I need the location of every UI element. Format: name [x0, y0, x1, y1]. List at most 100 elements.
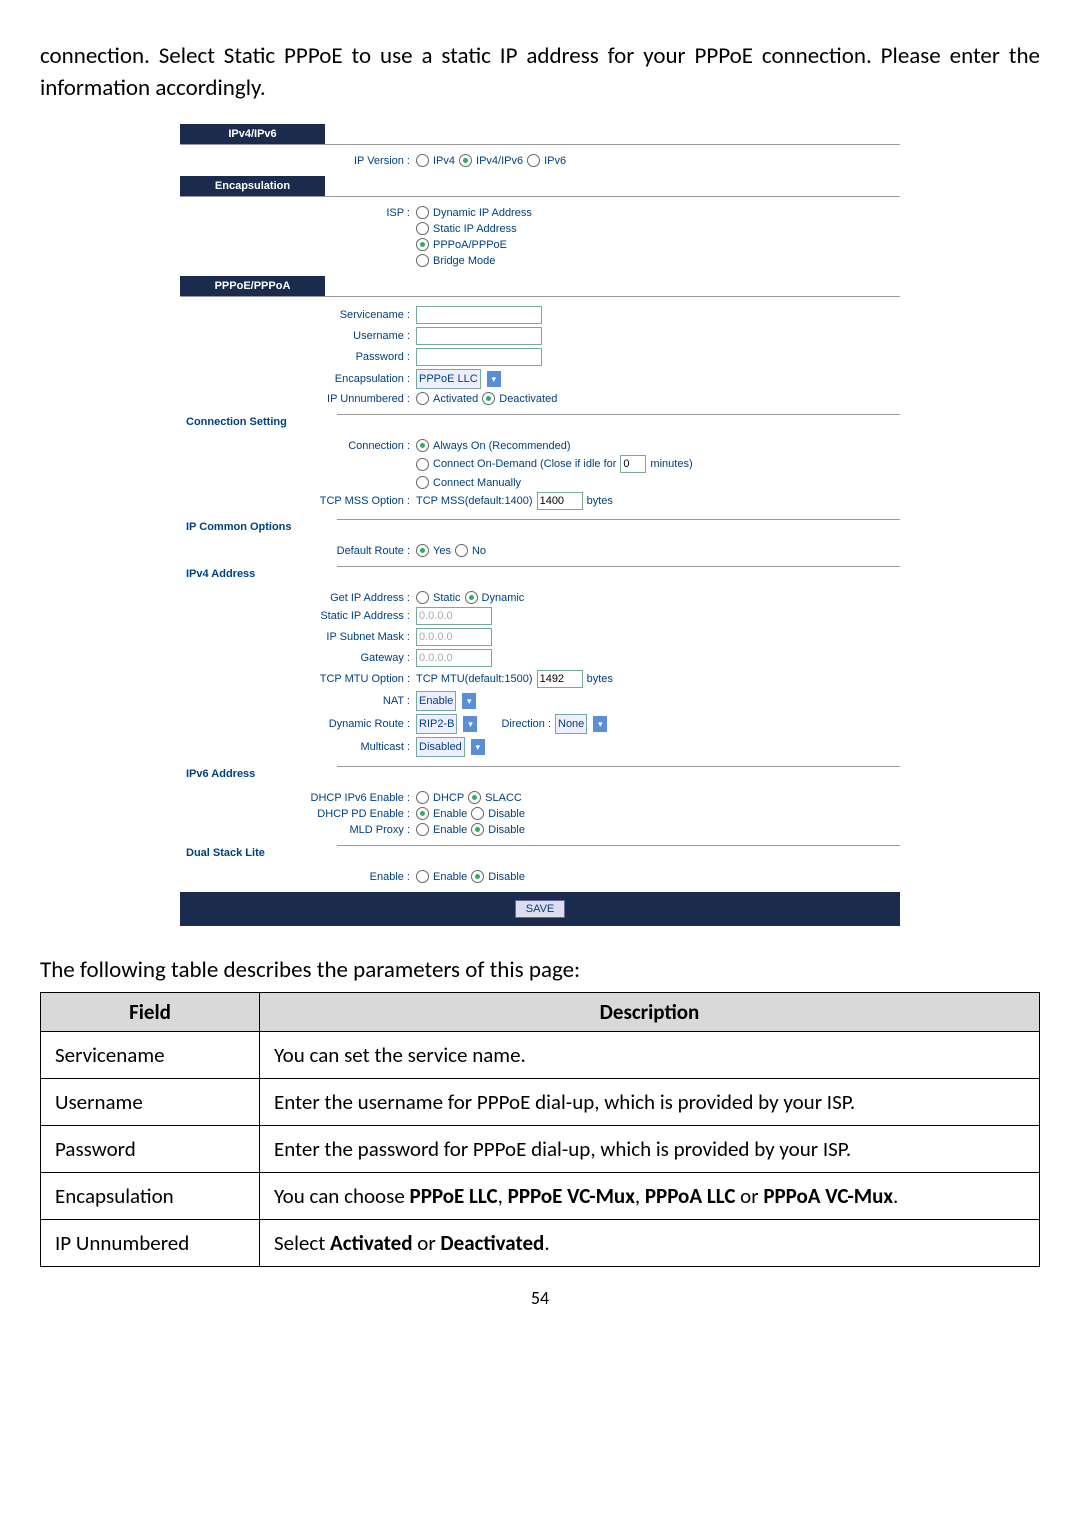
opt-static-ip: Static IP Address: [433, 223, 517, 235]
radio-always[interactable]: [416, 439, 429, 452]
chevron-down-icon[interactable]: ▾: [593, 716, 607, 732]
tcpmss-input[interactable]: [537, 492, 583, 510]
radio-pd-disable[interactable]: [471, 807, 484, 820]
tcpmtu-bytes: bytes: [587, 673, 613, 685]
radio-mld-disable[interactable]: [471, 823, 484, 836]
section-connection: Connection Setting: [180, 414, 337, 430]
tcpmtu-label: TCP MTU Option :: [180, 673, 416, 685]
password-input[interactable]: [416, 348, 542, 366]
opt-ipv6: IPv6: [544, 155, 566, 167]
servicename-input[interactable]: [416, 306, 542, 324]
save-button[interactable]: SAVE: [515, 900, 566, 918]
nat-label: NAT :: [180, 695, 416, 707]
opt-dhcp: DHCP: [433, 792, 464, 804]
subnet-input[interactable]: [416, 628, 492, 646]
radio-dhcp[interactable]: [416, 791, 429, 804]
radio-pd-enable[interactable]: [416, 807, 429, 820]
opt-pd-enable: Enable: [433, 808, 467, 820]
radio-manual[interactable]: [416, 476, 429, 489]
cell-desc: You can choose PPPoE LLC, PPPoE VC-Mux, …: [260, 1173, 1040, 1220]
table-row: IP Unnumbered Select Activated or Deacti…: [41, 1220, 1040, 1267]
direction-label: Direction :: [501, 718, 551, 730]
opt-getip-static: Static: [433, 592, 461, 604]
table-row: Encapsulation You can choose PPPoE LLC, …: [41, 1173, 1040, 1220]
username-input[interactable]: [416, 327, 542, 345]
tcpmtu-input[interactable]: [537, 670, 583, 688]
radio-getip-dynamic[interactable]: [465, 591, 478, 604]
conn-label: Connection :: [180, 440, 416, 452]
dsl-enable-label: Enable :: [180, 871, 416, 883]
chevron-down-icon[interactable]: ▾: [487, 371, 501, 387]
radio-ipv6[interactable]: [527, 154, 540, 167]
gateway-input[interactable]: [416, 649, 492, 667]
radio-dynamic-ip[interactable]: [416, 206, 429, 219]
cell-desc: Enter the password for PPPoE dial-up, wh…: [260, 1126, 1040, 1173]
dhcppd-label: DHCP PD Enable :: [180, 808, 416, 820]
radio-bridge[interactable]: [416, 254, 429, 267]
staticip-input[interactable]: [416, 607, 492, 625]
section-encapsulation: Encapsulation: [180, 176, 325, 196]
radio-slacc[interactable]: [468, 791, 481, 804]
opt-no: No: [472, 545, 486, 557]
opt-mld-enable: Enable: [433, 824, 467, 836]
opt-dsl-enable: Enable: [433, 871, 467, 883]
getip-label: Get IP Address :: [180, 592, 416, 604]
radio-deactivated[interactable]: [482, 392, 495, 405]
cell-field: Encapsulation: [41, 1173, 260, 1220]
radio-yes[interactable]: [416, 544, 429, 557]
cell-field: Password: [41, 1126, 260, 1173]
opt-ondemand-pre: Connect On-Demand (Close if idle for: [433, 458, 616, 470]
multicast-select[interactable]: Disabled: [416, 737, 465, 757]
table-row: Username Enter the username for PPPoE di…: [41, 1079, 1040, 1126]
cell-field: IP Unnumbered: [41, 1220, 260, 1267]
page-number: 54: [40, 1287, 1040, 1309]
gateway-label: Gateway :: [180, 652, 416, 664]
staticip-label: Static IP Address :: [180, 610, 416, 622]
opt-always: Always On (Recommended): [433, 440, 571, 452]
radio-ipv4ipv6[interactable]: [459, 154, 472, 167]
direction-select[interactable]: None: [555, 714, 587, 734]
opt-bridge: Bridge Mode: [433, 255, 495, 267]
ondemand-input[interactable]: [620, 455, 646, 473]
username-label: Username :: [180, 330, 416, 342]
section-ipv4addr: IPv4 Address: [180, 566, 337, 582]
nat-select[interactable]: Enable: [416, 691, 456, 711]
opt-getip-dynamic: Dynamic: [482, 592, 525, 604]
th-field: Field: [41, 993, 260, 1032]
radio-ondemand[interactable]: [416, 458, 429, 471]
radio-mld-enable[interactable]: [416, 823, 429, 836]
opt-deactivated: Deactivated: [499, 393, 557, 405]
tcpmss-bytes: bytes: [587, 495, 613, 507]
dynroute-label: Dynamic Route :: [180, 718, 416, 730]
radio-ipv4[interactable]: [416, 154, 429, 167]
radio-activated[interactable]: [416, 392, 429, 405]
cell-desc: Enter the username for PPPoE dial-up, wh…: [260, 1079, 1040, 1126]
radio-pppoa[interactable]: [416, 238, 429, 251]
chevron-down-icon[interactable]: ▾: [471, 739, 485, 755]
description-table: Field Description Servicename You can se…: [40, 992, 1040, 1267]
section-ipcommon: IP Common Options: [180, 519, 337, 535]
ipun-label: IP Unnumbered :: [180, 393, 416, 405]
encap-label: Encapsulation :: [180, 373, 416, 385]
encap-select[interactable]: PPPoE LLC: [416, 369, 481, 389]
intro-text: connection. Select Static PPPoE to use a…: [40, 40, 1040, 104]
section-ipv6addr: IPv6 Address: [180, 766, 337, 782]
radio-no[interactable]: [455, 544, 468, 557]
opt-activated: Activated: [433, 393, 478, 405]
radio-static-ip[interactable]: [416, 222, 429, 235]
chevron-down-icon[interactable]: ▾: [463, 716, 477, 732]
section-ipv4ipv6: IPv4/IPv6: [180, 124, 325, 144]
opt-dsl-disable: Disable: [488, 871, 525, 883]
table-row: Password Enter the password for PPPoE di…: [41, 1126, 1040, 1173]
radio-getip-static[interactable]: [416, 591, 429, 604]
opt-mld-disable: Disable: [488, 824, 525, 836]
password-label: Password :: [180, 351, 416, 363]
chevron-down-icon[interactable]: ▾: [462, 693, 476, 709]
cell-field: Servicename: [41, 1032, 260, 1079]
servicename-label: Servicename :: [180, 309, 416, 321]
table-caption: The following table describes the parame…: [40, 956, 1040, 984]
dynroute-select[interactable]: RIP2-B: [416, 714, 457, 734]
radio-dsl-enable[interactable]: [416, 870, 429, 883]
mldproxy-label: MLD Proxy :: [180, 824, 416, 836]
radio-dsl-disable[interactable]: [471, 870, 484, 883]
